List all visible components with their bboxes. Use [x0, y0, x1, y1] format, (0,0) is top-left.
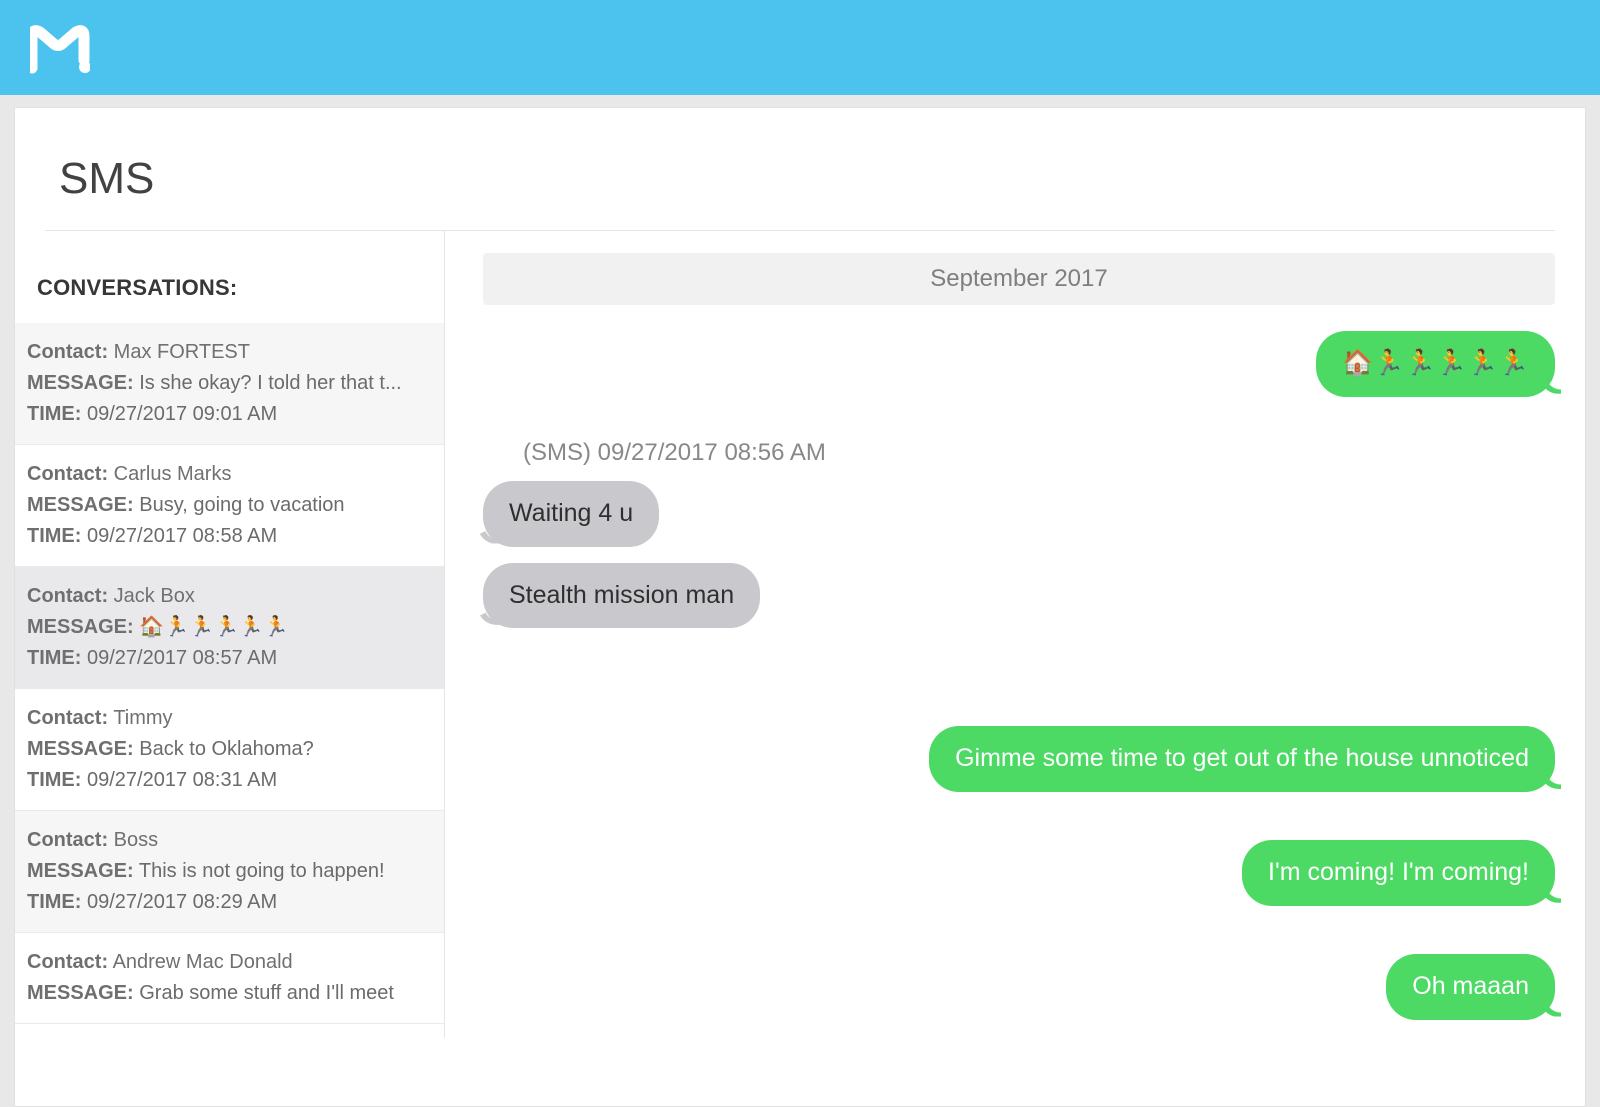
- body-split: CONVERSATIONS: Contact: Max FORTESTMESSA…: [15, 231, 1585, 1038]
- conversation-item[interactable]: Contact: Andrew Mac DonaldMESSAGE: Grab …: [15, 933, 444, 1024]
- conversation-time: TIME: 09/27/2017 08:31 AM: [27, 765, 444, 796]
- conversation-item[interactable]: Contact: Jack BoxMESSAGE: 🏠🏃🏃🏃🏃🏃TIME: 09…: [15, 567, 444, 689]
- content-wrap: SMS CONVERSATIONS: Contact: Max FORTESTM…: [0, 95, 1600, 1107]
- message-row: Gimme some time to get out of the house …: [483, 726, 1555, 792]
- outgoing-bubble: Gimme some time to get out of the house …: [929, 726, 1555, 792]
- conversation-contact: Contact: Timmy: [27, 703, 444, 734]
- conversation-item[interactable]: Contact: Max FORTESTMESSAGE: Is she okay…: [15, 323, 444, 445]
- outgoing-bubble: I'm coming! I'm coming!: [1242, 840, 1555, 906]
- date-banner: September 2017: [483, 253, 1555, 305]
- conversation-time: TIME: 09/27/2017 08:29 AM: [27, 887, 444, 918]
- app-header: [0, 0, 1600, 95]
- conversation-time: TIME: 09/27/2017 08:57 AM: [27, 643, 444, 674]
- message-row: I'm coming! I'm coming!: [483, 840, 1555, 906]
- incoming-stack: Waiting 4 u Stealth mission man: [483, 481, 760, 629]
- conversation-contact: Contact: Jack Box: [27, 581, 444, 612]
- conversations-sidebar: CONVERSATIONS: Contact: Max FORTESTMESSA…: [15, 231, 445, 1038]
- message-row: Oh maaan: [483, 954, 1555, 1020]
- message-row: 🏠🏃🏃🏃🏃🏃: [483, 331, 1555, 397]
- conversation-message-preview: MESSAGE: Back to Oklahoma?: [27, 734, 444, 765]
- conversation-item[interactable]: Contact: Carlus MarksMESSAGE: Busy, goin…: [15, 445, 444, 567]
- conversation-contact: Contact: Carlus Marks: [27, 459, 444, 490]
- conversation-message-preview: MESSAGE: Grab some stuff and I'll meet: [27, 978, 444, 1009]
- brand-logo-icon: [30, 22, 90, 74]
- conversation-message-preview: MESSAGE: 🏠🏃🏃🏃🏃🏃: [27, 612, 444, 643]
- outgoing-bubble: Oh maaan: [1386, 954, 1555, 1020]
- conversation-message-preview: MESSAGE: This is not going to happen!: [27, 856, 444, 887]
- main-panel: SMS CONVERSATIONS: Contact: Max FORTESTM…: [14, 107, 1586, 1107]
- outgoing-bubble: 🏠🏃🏃🏃🏃🏃: [1316, 331, 1555, 397]
- conversation-contact: Contact: Max FORTEST: [27, 337, 444, 368]
- conversation-time: TIME: 09/27/2017 09:01 AM: [27, 399, 444, 430]
- conversation-message-preview: MESSAGE: Is she okay? I told her that t.…: [27, 368, 444, 399]
- conversation-item[interactable]: Contact: BossMESSAGE: This is not going …: [15, 811, 444, 933]
- incoming-bubble: Stealth mission man: [483, 563, 760, 629]
- conversations-list: Contact: Max FORTESTMESSAGE: Is she okay…: [15, 323, 444, 1024]
- conversation-time: TIME: 09/27/2017 08:58 AM: [27, 521, 444, 552]
- message-row: Waiting 4 u Stealth mission man: [483, 481, 1555, 629]
- conversation-contact: Contact: Andrew Mac Donald: [27, 947, 444, 978]
- conversation-message-preview: MESSAGE: Busy, going to vacation: [27, 490, 444, 521]
- page-title: SMS: [15, 108, 1585, 230]
- incoming-meta: (SMS) 09/27/2017 08:56 AM: [523, 439, 1555, 467]
- incoming-bubble: Waiting 4 u: [483, 481, 659, 547]
- conversation-item[interactable]: Contact: TimmyMESSAGE: Back to Oklahoma?…: [15, 689, 444, 811]
- messages-pane: September 2017 🏠🏃🏃🏃🏃🏃 (SMS) 09/27/2017 0…: [445, 231, 1585, 1038]
- conversation-contact: Contact: Boss: [27, 825, 444, 856]
- conversations-heading: CONVERSATIONS:: [15, 259, 444, 323]
